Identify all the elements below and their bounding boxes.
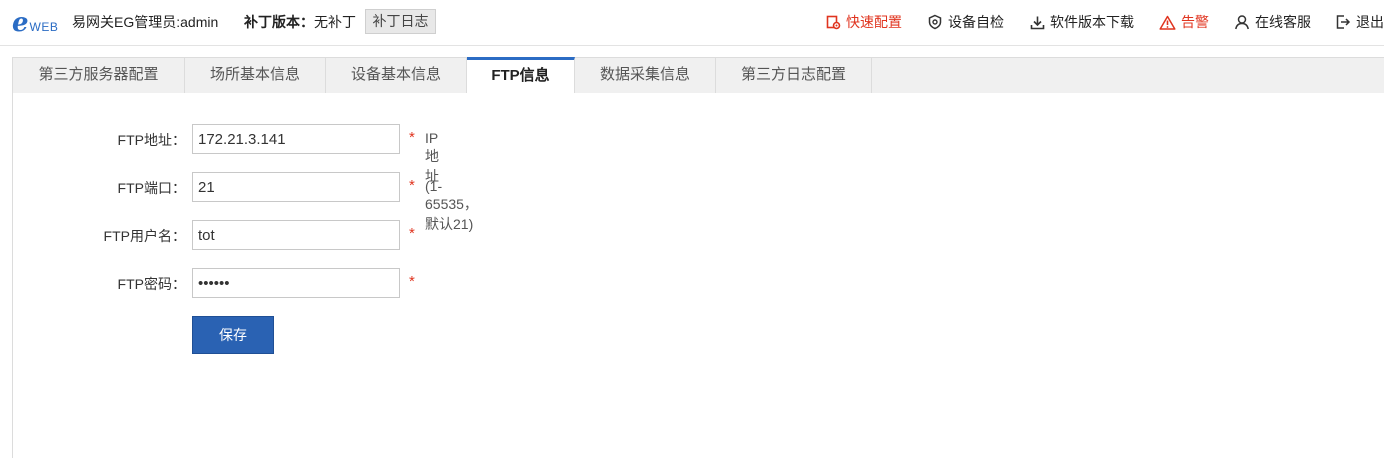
nav-logout[interactable]: 退出 (1335, 12, 1384, 32)
quick-config-icon (826, 15, 841, 29)
nav-label: 告警 (1181, 14, 1209, 30)
nav-online-support[interactable]: 在线客服 (1234, 12, 1311, 32)
nav-label: 在线客服 (1255, 14, 1311, 30)
ftp-port-input[interactable] (192, 172, 400, 202)
required-mark: * (409, 273, 415, 290)
save-button[interactable]: 保存 (192, 316, 274, 354)
ftp-user-input[interactable] (192, 220, 400, 250)
patch-version-value: 无补丁 (314, 14, 356, 30)
logo-text: WEB (29, 20, 59, 34)
logo-mark: e (12, 8, 29, 38)
ftp-address-label: FTP地址： (117, 132, 186, 148)
eweb-logo: e WEB (12, 8, 59, 38)
brand-title: 易网关EG管理员:admin (72, 14, 219, 30)
nav-device-check[interactable]: 设备自检 (927, 12, 1004, 32)
device-check-icon (928, 14, 942, 30)
download-icon (1030, 16, 1045, 29)
required-mark: * (409, 225, 415, 242)
ftp-password-label: FTP密码： (117, 276, 186, 292)
ftp-password-input[interactable] (192, 268, 400, 298)
warning-icon (1159, 15, 1176, 30)
logout-icon (1336, 15, 1351, 29)
patch-log-button[interactable]: 补丁日志 (365, 9, 436, 34)
nav-label: 退出 (1356, 14, 1384, 30)
user-icon (1235, 15, 1249, 30)
nav-label: 软件版本下载 (1050, 14, 1134, 30)
tab-device-info[interactable]: 设备基本信息 (326, 57, 467, 94)
ftp-port-label: FTP端口： (117, 180, 186, 196)
nav-quick-config[interactable]: 快速配置 (826, 12, 902, 32)
ftp-address-input[interactable] (192, 124, 400, 154)
patch-version-label: 补丁版本： (244, 14, 314, 30)
ftp-port-hint: (1-65535，默认21) (425, 178, 478, 232)
tab-data-collection[interactable]: 数据采集信息 (575, 57, 716, 94)
tab-ftp-info[interactable]: FTP信息 (467, 57, 575, 95)
required-mark: * (409, 129, 415, 146)
tab-third-party-server[interactable]: 第三方服务器配置 (13, 57, 185, 94)
nav-software-download[interactable]: 软件版本下载 (1030, 12, 1134, 32)
nav-label: 快速配置 (846, 14, 902, 30)
tab-venue-info[interactable]: 场所基本信息 (185, 57, 326, 94)
tab-bar: 第三方服务器配置 场所基本信息 设备基本信息 FTP信息 数据采集信息 第三方日… (12, 57, 1384, 95)
tab-third-party-log[interactable]: 第三方日志配置 (716, 57, 872, 94)
nav-label: 设备自检 (948, 14, 1004, 30)
top-header: e WEB 易网关EG管理员:admin 补丁版本： 无补丁 补丁日志 快速配置… (0, 0, 1384, 46)
ftp-user-label: FTP用户名： (103, 228, 186, 244)
nav-alarm[interactable]: 告警 (1159, 12, 1209, 32)
required-mark: * (409, 177, 415, 194)
